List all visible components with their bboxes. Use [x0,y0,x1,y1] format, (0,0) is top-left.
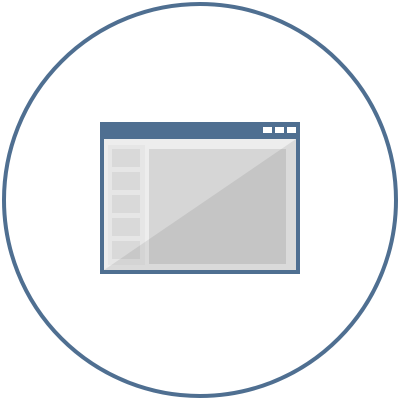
sidebar-item [112,218,140,236]
sidebar-items [112,149,140,259]
close-icon [287,127,296,133]
sidebar-item [112,149,140,167]
sidebar-item [112,172,140,190]
maximize-icon [275,127,284,133]
title-bar-buttons [263,127,296,133]
icon-canvas [0,0,400,400]
sidebar-item [112,195,140,213]
minimize-icon [263,127,272,133]
application-window-icon [2,2,398,398]
